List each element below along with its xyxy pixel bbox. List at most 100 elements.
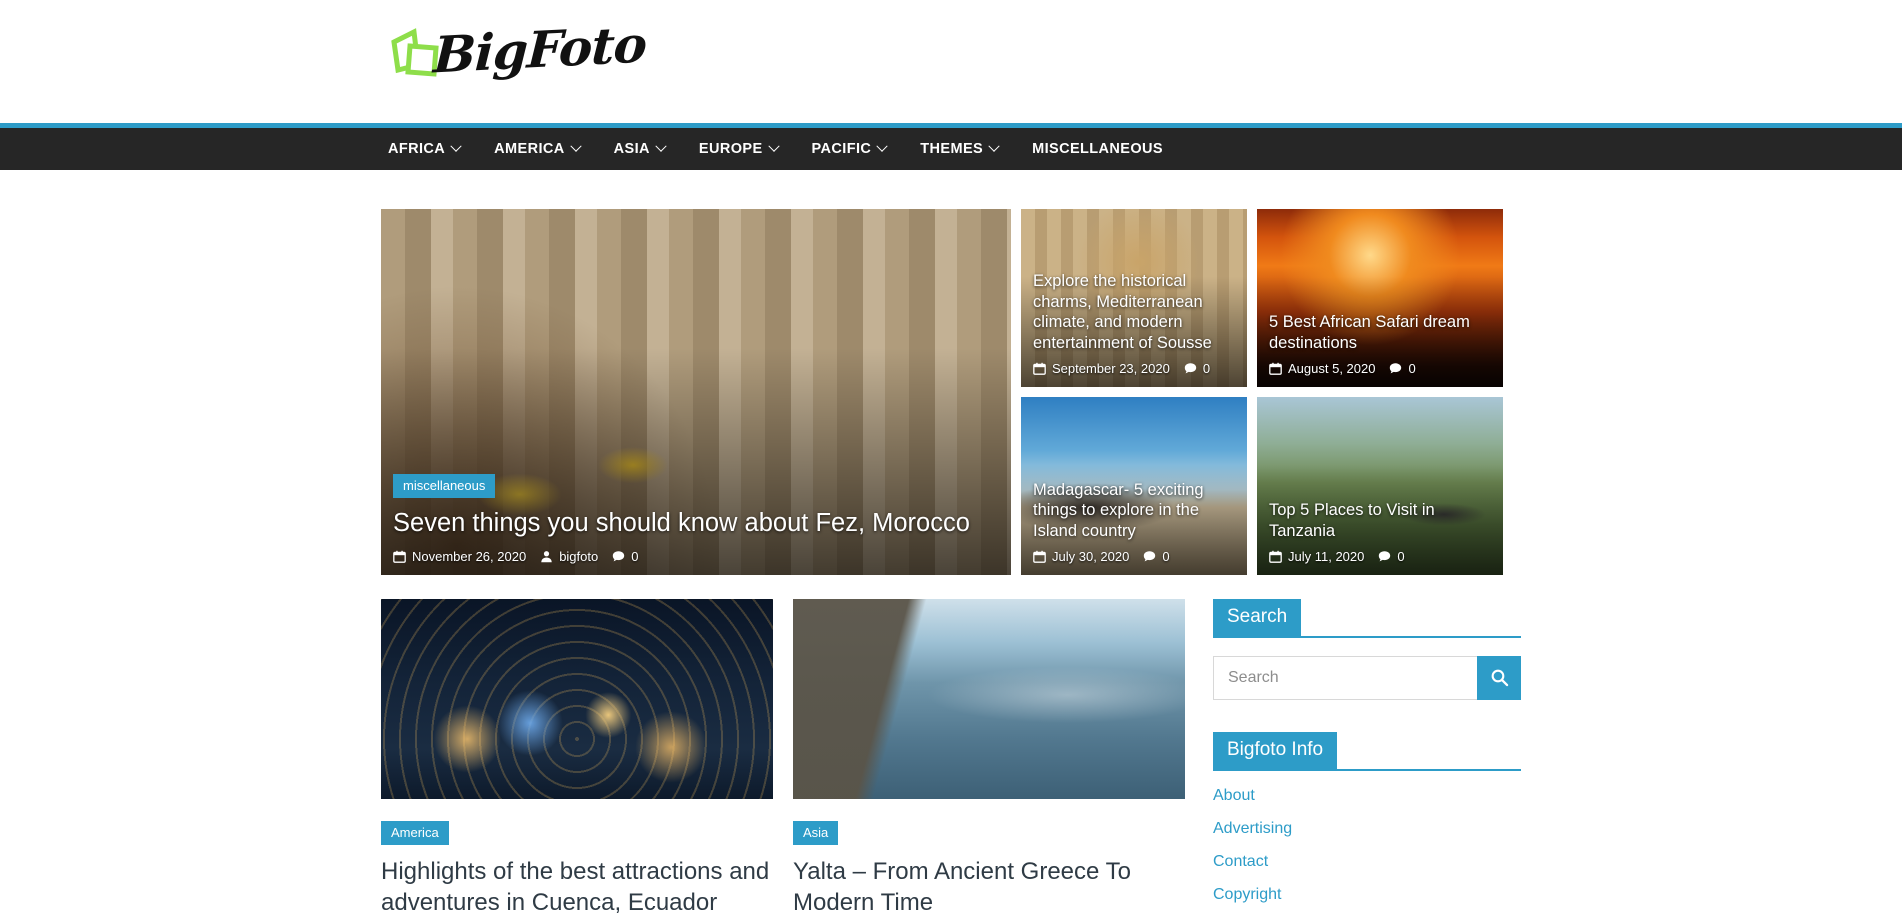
info-link-list: About Advertising Contact Copyright <box>1213 787 1521 904</box>
tile-overlay: Top 5 Places to Visit in Tanzania July 1… <box>1257 490 1503 575</box>
tile-title[interactable]: 5 Best African Safari dream destinations <box>1269 312 1491 354</box>
calendar-icon <box>1269 550 1282 563</box>
tile-title[interactable]: Top 5 Places to Visit in Tanzania <box>1269 500 1491 542</box>
nav-label: EUROPE <box>698 141 763 157</box>
post-author-text: bigfoto <box>559 549 599 564</box>
post-date: July 11, 2020 <box>1269 549 1364 564</box>
post-author: bigfoto <box>540 549 598 564</box>
featured-tile-safari[interactable]: 5 Best African Safari dream destinations… <box>1257 209 1503 387</box>
nav-item-europe[interactable]: EUROPE <box>682 128 795 170</box>
post-comments-count: 0 <box>631 549 639 564</box>
page-wrapper: miscellaneous Seven things you should kn… <box>0 209 1902 924</box>
post-card-yalta[interactable]: Asia Yalta – From Ancient Greece To Mode… <box>793 599 1185 924</box>
post-date: August 5, 2020 <box>1269 361 1375 376</box>
featured-posts-grid: miscellaneous Seven things you should kn… <box>381 209 1521 575</box>
search-widget: Search <box>1213 599 1521 700</box>
widget-header: Search <box>1213 599 1521 638</box>
user-icon <box>541 551 552 563</box>
post-thumbnail[interactable] <box>793 599 1185 799</box>
nav-label: AFRICA <box>388 141 446 157</box>
tile-title[interactable]: Explore the historical charms, Mediterra… <box>1033 271 1235 354</box>
post-comments: 0 <box>1389 361 1416 376</box>
site-logo[interactable]: BigFoto <box>388 14 648 84</box>
post-meta: September 23, 2020 0 <box>1033 361 1235 376</box>
comment-icon <box>1390 363 1402 374</box>
comment-icon <box>1184 363 1196 374</box>
widget-title: Bigfoto Info <box>1213 731 1338 769</box>
comment-icon <box>613 551 625 562</box>
post-meta: August 5, 2020 0 <box>1269 361 1491 376</box>
post-date-text: November 26, 2020 <box>412 549 527 564</box>
post-comments-count: 0 <box>1408 361 1416 376</box>
post-date: September 23, 2020 <box>1033 361 1170 376</box>
post-comments: 0 <box>1378 549 1405 564</box>
post-comments: 0 <box>1184 361 1210 376</box>
category-badge[interactable]: miscellaneous <box>393 474 496 499</box>
content-wrapper: miscellaneous Seven things you should kn… <box>381 209 1521 924</box>
search-button[interactable] <box>1477 655 1521 700</box>
nav-item-america[interactable]: AMERICA <box>477 128 596 170</box>
comment-icon <box>1144 551 1156 562</box>
comment-icon <box>1379 551 1391 562</box>
bigfoto-info-widget: Bigfoto Info About Advertising Contact C… <box>1213 731 1521 904</box>
nav-label: PACIFIC <box>811 141 872 157</box>
nav-item-miscellaneous[interactable]: MISCELLANEOUS <box>1015 128 1180 170</box>
main-navigation: AFRICA AMERICA ASIA EUROPE PACIFIC THEME… <box>0 128 1902 170</box>
post-comments-count: 0 <box>1202 361 1211 376</box>
widget-header: Bigfoto Info <box>1213 731 1521 771</box>
nav-label: AMERICA <box>494 141 565 157</box>
search-input[interactable] <box>1213 655 1477 700</box>
post-title[interactable]: Yalta – From Ancient Greece To Modern Ti… <box>793 857 1185 918</box>
sidebar-link-advertising[interactable]: Advertising <box>1213 820 1292 837</box>
post-date-text: July 30, 2020 <box>1052 549 1130 564</box>
sidebar: Search Bigfoto Info <box>1213 599 1521 924</box>
post-date-text: September 23, 2020 <box>1052 361 1170 376</box>
post-date: November 26, 2020 <box>393 549 526 564</box>
post-thumbnail[interactable] <box>381 599 773 799</box>
post-comments-count: 0 <box>1397 549 1405 564</box>
featured-tile-tanzania[interactable]: Top 5 Places to Visit in Tanzania July 1… <box>1257 397 1503 575</box>
chevron-down-icon <box>655 140 667 152</box>
nav-item-pacific[interactable]: PACIFIC <box>795 128 904 170</box>
post-image <box>381 599 773 799</box>
nav-item-themes[interactable]: THEMES <box>903 128 1015 170</box>
post-date: July 30, 2020 <box>1033 549 1129 564</box>
nav-item-africa[interactable]: AFRICA <box>388 128 477 170</box>
post-comments: 0 <box>612 549 638 564</box>
sidebar-link-contact[interactable]: Contact <box>1213 853 1268 870</box>
featured-tile-sousse[interactable]: Explore the historical charms, Mediterra… <box>1021 209 1247 387</box>
tile-overlay: Madagascar- 5 exciting things to explore… <box>1021 470 1247 575</box>
post-date-text: July 11, 2020 <box>1288 549 1365 564</box>
list-item: About <box>1213 787 1521 805</box>
calendar-icon <box>1033 362 1046 375</box>
list-item: Contact <box>1213 853 1521 871</box>
featured-tiles: Explore the historical charms, Mediterra… <box>1021 209 1521 575</box>
sidebar-link-about[interactable]: About <box>1213 787 1255 804</box>
featured-post-main[interactable]: miscellaneous Seven things you should kn… <box>381 209 1011 575</box>
site-logo-text: BigFoto <box>432 13 648 85</box>
nav-item-asia[interactable]: ASIA <box>597 128 682 170</box>
featured-tile-madagascar[interactable]: Madagascar- 5 exciting things to explore… <box>1021 397 1247 575</box>
post-title[interactable]: Highlights of the best attractions and a… <box>381 857 773 918</box>
category-badge[interactable]: Asia <box>793 821 839 845</box>
post-meta: July 11, 2020 0 <box>1269 549 1491 564</box>
calendar-icon <box>1269 362 1282 375</box>
category-badge[interactable]: America <box>381 821 449 845</box>
post-card-cuenca[interactable]: America Highlights of the best attractio… <box>381 599 773 924</box>
post-meta: July 30, 2020 0 <box>1033 549 1235 564</box>
main-lower-section: America Highlights of the best attractio… <box>381 599 1521 924</box>
post-list: America Highlights of the best attractio… <box>381 599 1185 924</box>
nav-label: ASIA <box>613 141 650 157</box>
tile-overlay: 5 Best African Safari dream destinations… <box>1257 302 1503 387</box>
nav-label: MISCELLANEOUS <box>1032 141 1163 157</box>
list-item: Copyright <box>1213 886 1521 904</box>
calendar-icon <box>393 550 406 563</box>
tile-title[interactable]: Madagascar- 5 exciting things to explore… <box>1033 480 1235 542</box>
post-meta: November 26, 2020 bigfoto 0 <box>393 549 999 564</box>
featured-post-title[interactable]: Seven things you should know about Fez, … <box>393 508 999 540</box>
post-image <box>793 599 1185 799</box>
tile-overlay: Explore the historical charms, Mediterra… <box>1021 261 1247 387</box>
site-header: BigFoto <box>0 0 1902 123</box>
post-date-text: August 5, 2020 <box>1288 361 1376 376</box>
sidebar-link-copyright[interactable]: Copyright <box>1213 886 1281 903</box>
